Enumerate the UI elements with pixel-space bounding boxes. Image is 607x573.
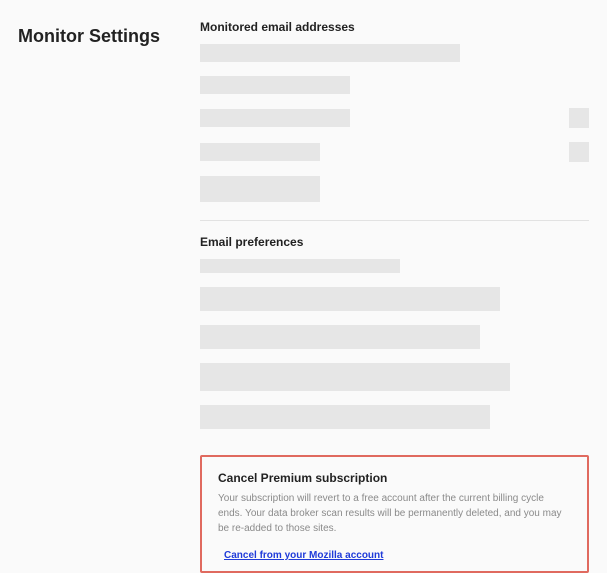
cancel-subscription-box: Cancel Premium subscription Your subscri… bbox=[200, 455, 589, 573]
prefs-heading: Email preferences bbox=[200, 235, 589, 249]
pref-placeholder bbox=[200, 287, 500, 311]
email-placeholder bbox=[200, 44, 460, 62]
settings-content: Monitored email addresses Email preferen… bbox=[200, 20, 589, 573]
remove-placeholder[interactable] bbox=[569, 108, 589, 128]
email-placeholder bbox=[200, 176, 320, 202]
page-title: Monitor Settings bbox=[18, 20, 160, 573]
cancel-description: Your subscription will revert to a free … bbox=[218, 491, 571, 536]
emails-heading: Monitored email addresses bbox=[200, 20, 589, 34]
email-placeholder bbox=[200, 109, 350, 127]
email-placeholder bbox=[200, 76, 350, 94]
pref-placeholder bbox=[200, 259, 400, 273]
pref-placeholder bbox=[200, 405, 490, 429]
remove-placeholder[interactable] bbox=[569, 142, 589, 162]
pref-placeholder bbox=[200, 363, 510, 391]
pref-placeholder bbox=[200, 325, 480, 349]
section-divider bbox=[200, 220, 589, 221]
email-placeholder bbox=[200, 143, 320, 161]
cancel-heading: Cancel Premium subscription bbox=[218, 471, 571, 485]
cancel-link[interactable]: Cancel from your Mozilla account bbox=[224, 550, 383, 561]
